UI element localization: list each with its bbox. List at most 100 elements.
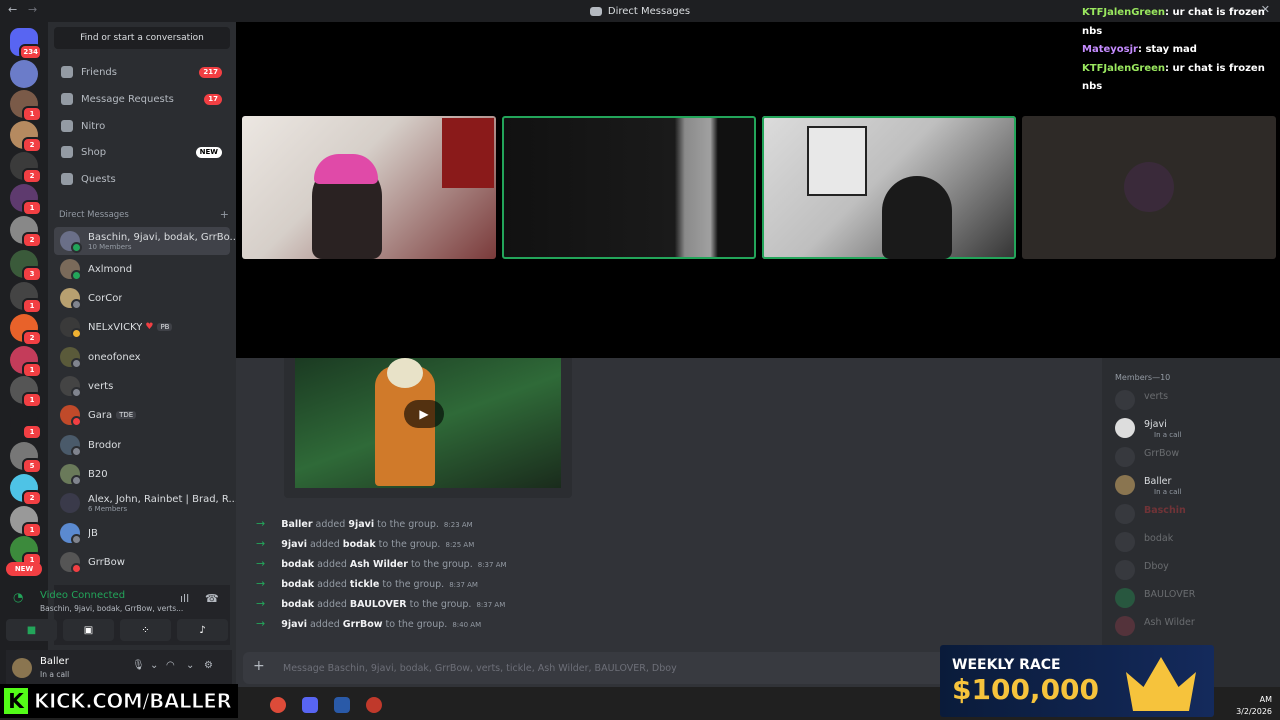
video-tile-speaking[interactable] <box>762 116 1016 259</box>
join-arrow-icon: → <box>256 597 266 610</box>
find-conversation-button[interactable]: Find or start a conversation <box>54 27 230 49</box>
nav-nitro[interactable]: Nitro <box>54 114 230 138</box>
dm-item[interactable]: CorCor <box>54 284 230 312</box>
video-tile[interactable] <box>242 116 496 259</box>
server-icon[interactable]: 1 <box>10 536 42 568</box>
soundboard-button[interactable]: ♪ <box>177 619 228 641</box>
avatar <box>60 347 82 369</box>
signal-icon: ◔ <box>13 590 24 604</box>
window-title: Direct Messages <box>607 5 691 17</box>
dm-item[interactable]: Gara TDE <box>54 401 230 429</box>
join-arrow-icon: → <box>256 577 266 590</box>
server-icon[interactable]: 2 <box>10 121 42 153</box>
member-list-title: Members—10 <box>1115 373 1171 382</box>
server-icon[interactable]: 2 <box>10 152 42 184</box>
server-icon[interactable]: 1 <box>10 282 42 314</box>
nitro-icon <box>61 120 73 132</box>
dm-item[interactable]: JB <box>54 519 230 547</box>
dm-item[interactable]: GrrBow <box>54 548 230 576</box>
server-icon[interactable]: 1 <box>10 506 42 538</box>
avatar <box>60 523 82 545</box>
system-message: → 9javi added bodak to the group. 8:25 AM <box>256 537 475 550</box>
requests-badge: 17 <box>204 93 222 105</box>
kick-logo-icon: K <box>4 688 28 714</box>
server-icon[interactable]: 1 <box>10 346 42 378</box>
home-badge: 234 <box>19 44 42 60</box>
server-icon[interactable]: 5 <box>10 442 42 474</box>
dm-item[interactable]: Alex, John, Rainbet | Brad, R... 6 Member… <box>54 489 238 517</box>
headphones-icon[interactable]: ◠ <box>166 660 175 671</box>
quests-icon <box>61 173 73 185</box>
member-item[interactable]: verts <box>1115 389 1265 411</box>
member-item[interactable]: GrrBow <box>1115 446 1265 468</box>
member-item[interactable]: Ash Wilder <box>1115 615 1265 637</box>
obs-icon[interactable] <box>366 697 382 713</box>
forward-arrow-icon[interactable]: → <box>28 3 37 16</box>
dm-item[interactable]: oneofonex <box>54 343 230 371</box>
system-message: → bodak added BAULOVER to the group. 8:37… <box>256 597 506 610</box>
server-icon[interactable]: 3 <box>10 250 42 282</box>
discord-home-button[interactable]: 234 <box>10 28 42 60</box>
server-icon[interactable]: 1 <box>10 376 42 408</box>
video-tile-speaking[interactable] <box>502 116 756 259</box>
new-servers-pill[interactable]: NEW <box>6 562 42 576</box>
microphone-icon[interactable]: 🎙 <box>132 660 145 671</box>
disconnect-icon[interactable]: ☎ <box>205 592 219 605</box>
server-icon[interactable]: 2 <box>10 474 42 506</box>
avatar <box>60 435 82 457</box>
direct-messages-icon <box>589 6 602 16</box>
crown-icon <box>1126 657 1196 711</box>
video-tile[interactable] <box>1022 116 1276 259</box>
dm-group-active[interactable]: Baschin, 9javi, bodak, GrrBo... 10 Member… <box>54 227 239 255</box>
nav-quests[interactable]: Quests <box>54 167 230 191</box>
nav-friends[interactable]: Friends 217 <box>54 60 230 84</box>
activities-button[interactable]: ⁘ <box>120 619 171 641</box>
screen-share-button[interactable]: ▣ <box>63 619 114 641</box>
app-taskbar-icon[interactable] <box>334 697 350 713</box>
server-icon[interactable]: 1 <box>10 408 42 440</box>
chevron-down-icon[interactable]: ⌄ <box>150 660 158 671</box>
add-attachment-plus-icon[interactable]: + <box>253 658 265 674</box>
kick-overlay: K KICK.COM/BALLER <box>0 684 238 718</box>
kick-url: KICK.COM/BALLER <box>33 689 232 714</box>
system-clock: AM 3/2/2026 <box>1236 695 1272 716</box>
dm-item[interactable]: Brodor <box>54 431 230 459</box>
nav-shop[interactable]: Shop NEW <box>54 140 230 164</box>
nav-message-requests[interactable]: Message Requests 17 <box>54 87 230 111</box>
member-item[interactable]: 9javi In a call <box>1115 417 1265 439</box>
system-message: → bodak added tickle to the group. 8:37 A… <box>256 577 478 590</box>
member-item[interactable]: bodak <box>1115 531 1265 553</box>
member-item[interactable]: Baller In a call <box>1115 474 1265 496</box>
create-dm-plus-icon[interactable]: + <box>220 208 229 221</box>
server-icon[interactable] <box>10 60 38 88</box>
member-item[interactable]: BAULOVER <box>1115 587 1265 609</box>
settings-gear-icon[interactable]: ⚙ <box>204 660 213 671</box>
user-avatar[interactable] <box>12 658 32 678</box>
back-arrow-icon[interactable]: ← <box>8 3 17 16</box>
chevron-down-icon[interactable]: ⌄ <box>186 660 194 671</box>
shop-icon <box>61 146 73 158</box>
server-rail: 234 1 2 2 1 2 3 1 2 1 1 1 5 2 1 1 NEW <box>0 22 48 687</box>
dm-item[interactable]: Axlmond <box>54 255 230 283</box>
server-icon[interactable]: 1 <box>10 184 42 216</box>
noise-suppression-icon[interactable]: ıll <box>180 592 189 605</box>
chrome-icon[interactable] <box>270 697 286 713</box>
avatar <box>60 259 82 281</box>
avatar <box>60 376 82 398</box>
user-panel: Baller In a call 🎙 ⌄ ◠ ⌄ ⚙ <box>6 650 232 686</box>
member-item[interactable]: Dboy <box>1115 559 1265 581</box>
dm-item[interactable]: verts <box>54 372 230 400</box>
message-input[interactable] <box>283 658 983 678</box>
dm-item[interactable]: NELxVICKY ♥ PB <box>54 313 230 341</box>
dm-item[interactable]: B20 <box>54 460 230 488</box>
join-arrow-icon: → <box>256 517 266 530</box>
server-icon[interactable]: 2 <box>10 216 42 248</box>
server-icon[interactable]: 1 <box>10 90 42 122</box>
member-item[interactable]: Baschin <box>1115 503 1265 525</box>
camera-button[interactable]: ■ <box>6 619 57 641</box>
play-icon[interactable]: ▶ <box>404 400 444 428</box>
system-message: → bodak added Ash Wilder to the group. 8:… <box>256 557 507 570</box>
server-icon[interactable]: 2 <box>10 314 42 346</box>
join-arrow-icon: → <box>256 617 266 630</box>
discord-taskbar-icon[interactable] <box>302 697 318 713</box>
